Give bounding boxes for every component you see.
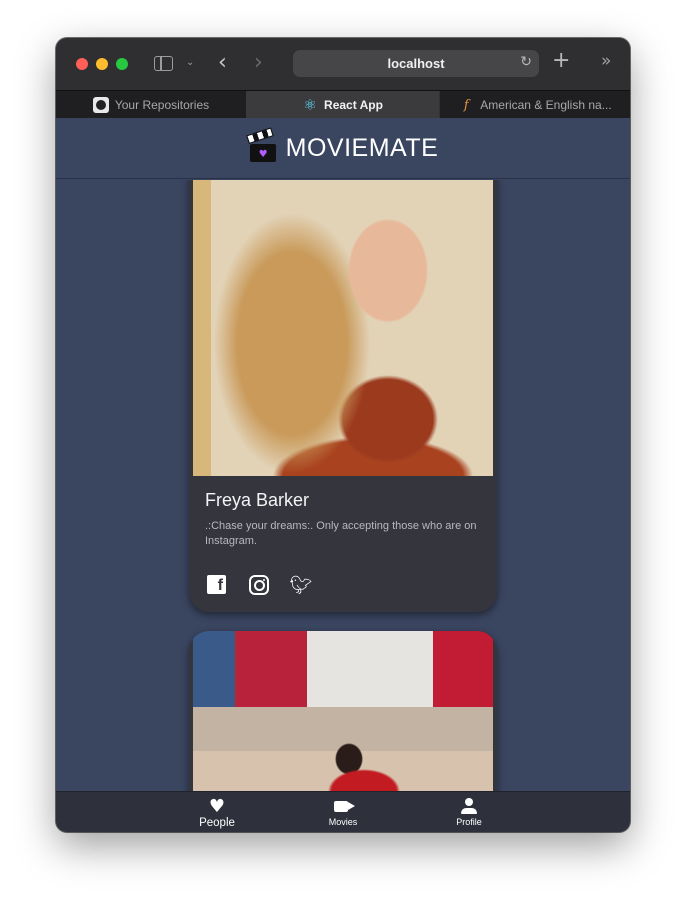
- app-header: ♥ MOVIEMATE: [56, 118, 630, 179]
- video-camera-icon: [333, 796, 353, 816]
- tab-your-repositories[interactable]: Your Repositories: [56, 91, 246, 119]
- tab-label: Your Repositories: [114, 98, 210, 112]
- tab-react-app[interactable]: ⚛ React App: [246, 91, 439, 119]
- heart-icon: ♥: [208, 795, 226, 817]
- nav-profile[interactable]: Profile: [424, 796, 514, 827]
- bottom-navigation: ♥ People Movies Profile: [56, 791, 630, 832]
- nav-label: Movies: [328, 817, 358, 827]
- minimize-window-button[interactable]: [96, 58, 108, 70]
- profile-card[interactable]: Freya Barker .:Chase your dreams:. Only …: [189, 180, 497, 612]
- site-favicon-icon: f: [463, 97, 469, 113]
- person-icon: [461, 796, 477, 816]
- brand-title: MOVIEMATE: [285, 133, 439, 162]
- profile-card[interactable]: [189, 631, 497, 792]
- forward-arrow-icon[interactable]: ›: [254, 52, 263, 74]
- tab-label: American & English na...: [480, 98, 612, 112]
- tab-bar: Your Repositories ⚛ React App f American…: [56, 90, 630, 119]
- profile-name: Freya Barker: [205, 490, 310, 510]
- nav-label: People: [199, 817, 235, 829]
- overflow-chevrons-icon[interactable]: »: [601, 53, 611, 70]
- profile-photo: [193, 631, 493, 792]
- chevron-down-icon[interactable]: ⌄: [186, 58, 194, 68]
- nav-movies[interactable]: Movies: [298, 796, 388, 827]
- instagram-icon[interactable]: [249, 575, 269, 595]
- github-icon: [92, 97, 109, 113]
- browser-window: ⌄ ‹ › localhost ↻ + » Your Repositories …: [56, 38, 630, 832]
- new-tab-icon[interactable]: +: [552, 50, 570, 72]
- zoom-window-button[interactable]: [116, 58, 128, 70]
- url-text: localhost: [387, 56, 445, 71]
- nav-people[interactable]: ♥ People: [172, 795, 262, 830]
- close-window-button[interactable]: [76, 58, 88, 70]
- twitter-icon[interactable]: 🐦︎: [289, 575, 313, 596]
- nav-label: Profile: [456, 817, 482, 827]
- sidebar-toggle-icon[interactable]: [154, 56, 173, 71]
- address-bar[interactable]: localhost ↻: [293, 50, 539, 77]
- tab-american-english-names[interactable]: f American & English na...: [439, 91, 630, 119]
- people-feed[interactable]: Freya Barker .:Chase your dreams:. Only …: [56, 180, 630, 792]
- facebook-icon[interactable]: f: [207, 575, 226, 594]
- react-icon: ⚛: [303, 96, 317, 114]
- tab-label: React App: [324, 98, 383, 112]
- profile-bio: .:Chase your dreams:. Only accepting tho…: [205, 520, 477, 547]
- browser-toolbar: ⌄ ‹ › localhost ↻ + »: [56, 38, 630, 90]
- reload-icon[interactable]: ↻: [520, 54, 532, 70]
- clapperboard-logo-icon: ♥: [245, 127, 278, 163]
- back-arrow-icon[interactable]: ‹: [218, 52, 227, 74]
- profile-photo: [193, 180, 493, 476]
